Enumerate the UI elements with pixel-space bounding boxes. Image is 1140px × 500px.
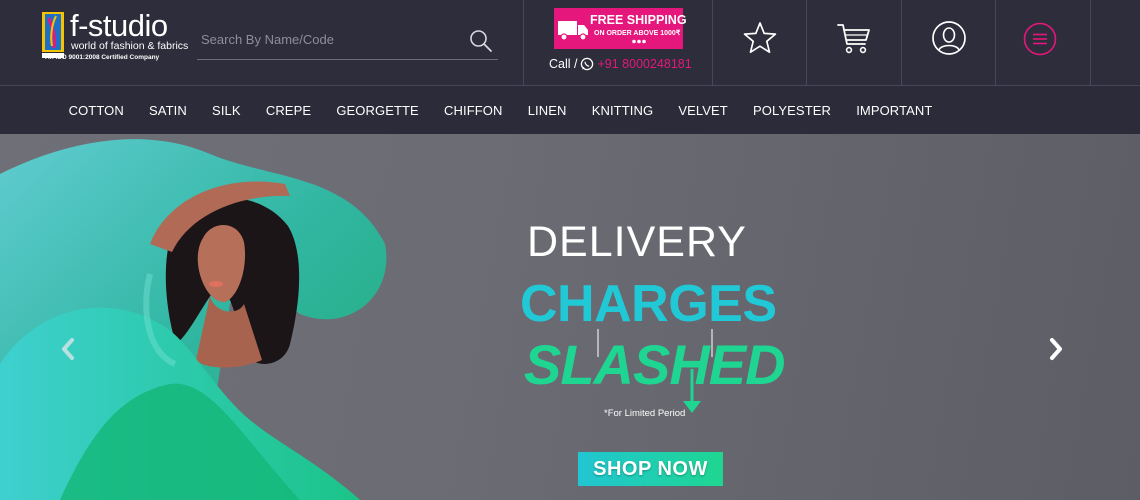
nav-item-velvet[interactable]: VELVET <box>666 103 741 118</box>
search-bar <box>197 22 498 60</box>
hamburger-menu-icon[interactable] <box>1022 21 1058 57</box>
brand-logo[interactable]: f-studio world of fashion & fabrics An I… <box>42 8 192 64</box>
nav-item-crepe[interactable]: CREPE <box>253 103 323 118</box>
header-divider <box>806 0 807 86</box>
site-header: f-studio world of fashion & fabrics An I… <box>0 0 1140 86</box>
header-divider <box>523 0 524 86</box>
nav-item-knitting[interactable]: KNITTING <box>579 103 666 118</box>
nav-item-satin[interactable]: SATIN <box>136 103 199 118</box>
hero-headline-slashed: SLASHED <box>524 333 786 396</box>
whatsapp-icon <box>581 57 594 71</box>
hero-model-image <box>0 139 387 500</box>
free-shipping-subtitle: ON ORDER ABOVE 1000₹ <box>594 30 681 37</box>
header-divider <box>1090 0 1091 86</box>
prev-slide-arrow-icon[interactable] <box>56 332 80 366</box>
nav-item-chiffon[interactable]: CHIFFON <box>431 103 515 118</box>
hero-slider: DELIVERY CHARGES SLASHED *For Limited Pe… <box>0 134 1140 500</box>
user-icon[interactable] <box>931 20 967 56</box>
free-shipping-title: FREE SHIPPING <box>590 13 687 27</box>
search-icon[interactable] <box>468 28 494 54</box>
header-divider <box>995 0 996 86</box>
nav-item-polyester[interactable]: POLYESTER <box>740 103 843 118</box>
search-input[interactable] <box>201 28 461 50</box>
nav-item-cotton[interactable]: COTTON <box>56 103 136 118</box>
category-nav: COTTON SATIN SILK CREPE GEORGETTE CHIFFO… <box>0 86 1140 134</box>
hero-headline-charges: CHARGES <box>520 275 777 333</box>
free-shipping-banner[interactable]: FREE SHIPPING ON ORDER ABOVE 1000₹ <box>554 8 687 49</box>
banner-dots-icon <box>632 39 646 44</box>
header-divider <box>712 0 713 86</box>
limited-period-note: *For Limited Period <box>604 408 686 419</box>
phone-number-link[interactable]: +91 8000248181 <box>597 57 691 71</box>
brand-tagline: world of fashion & fabrics <box>71 40 189 52</box>
nav-item-silk[interactable]: SILK <box>199 103 253 118</box>
call-label: Call / <box>549 57 578 71</box>
logo-mark-icon <box>42 12 64 58</box>
brand-certification: An ISO 9001:2008 Certified Company <box>45 54 160 61</box>
star-icon[interactable] <box>742 20 778 56</box>
cart-icon[interactable] <box>836 20 872 56</box>
nav-item-georgette[interactable]: GEORGETTE <box>324 103 432 118</box>
header-divider <box>901 0 902 86</box>
hero-headline-delivery: DELIVERY <box>527 218 747 266</box>
truck-icon <box>558 21 588 41</box>
contact-line: Call / +91 8000248181 <box>549 57 692 71</box>
nav-item-important[interactable]: IMPORTANT <box>844 103 945 118</box>
next-slide-arrow-icon[interactable] <box>1044 332 1068 366</box>
brand-name: f-studio <box>70 8 168 43</box>
nav-item-linen[interactable]: LINEN <box>515 103 579 118</box>
shop-now-button[interactable]: SHOP NOW <box>578 452 723 486</box>
